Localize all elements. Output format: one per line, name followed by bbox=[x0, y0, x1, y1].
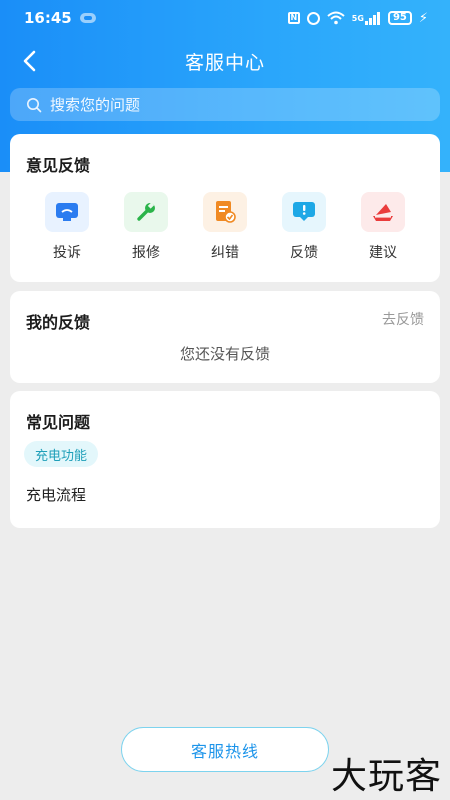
my-feedback-card: 我的反馈 去反馈 您还没有反馈 bbox=[10, 291, 440, 383]
watermark-logo: 大玩客 bbox=[330, 756, 442, 797]
status-bar: 16:45 N 5G 95 ⚡ bbox=[0, 0, 450, 36]
charging-icon: ⚡ bbox=[418, 10, 428, 26]
network-type: 5G bbox=[351, 13, 364, 23]
battery-level: 95 bbox=[392, 12, 407, 23]
wrench-icon bbox=[124, 192, 168, 232]
status-time: 16:45 bbox=[24, 9, 72, 27]
correction-button[interactable]: 纠错 bbox=[190, 192, 260, 272]
nfc-icon: N bbox=[287, 12, 300, 24]
repair-button[interactable]: 报修 bbox=[111, 192, 181, 272]
signal-icon: 5G bbox=[351, 11, 381, 25]
search-input[interactable]: 搜索您的问题 bbox=[10, 88, 440, 121]
correction-icon bbox=[203, 192, 247, 232]
complaint-label: 投诉 bbox=[53, 245, 81, 261]
complaint-button[interactable]: 投诉 bbox=[32, 192, 102, 272]
my-feedback-title: 我的反馈 bbox=[26, 313, 91, 332]
suggestion-label: 建议 bbox=[369, 245, 397, 261]
feedback-label: 反馈 bbox=[290, 245, 318, 261]
nav-bar: 客服中心 bbox=[0, 36, 450, 86]
faq-item[interactable]: 充电流程 bbox=[26, 484, 86, 505]
faq-title: 常见问题 bbox=[26, 413, 91, 432]
feedback-message-icon bbox=[282, 192, 326, 232]
faq-category-tag[interactable]: 充电功能 bbox=[24, 441, 99, 467]
search-icon bbox=[27, 97, 42, 112]
screen-record-icon bbox=[79, 13, 96, 23]
chevron-left-icon bbox=[23, 50, 36, 72]
repair-label: 报修 bbox=[132, 245, 160, 261]
feedback-title: 意见反馈 bbox=[26, 156, 91, 175]
empty-state-text: 您还没有反馈 bbox=[179, 345, 270, 363]
complaint-icon bbox=[45, 192, 89, 232]
faq-card: 常见问题 充电功能 充电流程 bbox=[10, 391, 440, 528]
go-feedback-link[interactable]: 去反馈 bbox=[382, 309, 424, 329]
suggestion-icon bbox=[361, 192, 405, 232]
alarm-icon bbox=[306, 11, 320, 25]
correction-label: 纠错 bbox=[211, 245, 239, 261]
search-placeholder: 搜索您的问题 bbox=[50, 96, 141, 114]
suggestion-button[interactable]: 建议 bbox=[348, 192, 418, 272]
page-title: 客服中心 bbox=[184, 51, 265, 74]
hotline-button[interactable]: 客服热线 bbox=[121, 727, 329, 772]
back-button[interactable] bbox=[14, 46, 44, 76]
feedback-card: 意见反馈 投诉 报修 纠错 反馈 建议 bbox=[10, 134, 440, 282]
feedback-items: 投诉 报修 纠错 反馈 建议 bbox=[10, 192, 440, 272]
feedback-button[interactable]: 反馈 bbox=[269, 192, 339, 272]
battery-icon: 95 bbox=[387, 11, 412, 25]
wifi-icon bbox=[327, 11, 345, 25]
